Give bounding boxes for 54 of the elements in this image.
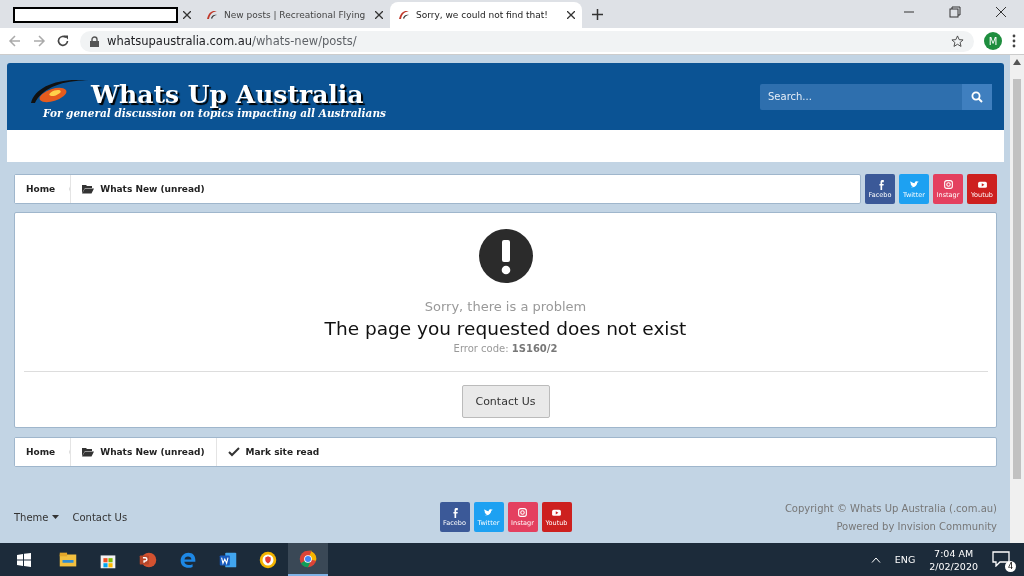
site-favicon — [205, 9, 219, 21]
lock-icon — [90, 35, 99, 47]
notification-icon[interactable] — [992, 550, 1010, 567]
menu-icon[interactable] — [1012, 34, 1016, 48]
profile-avatar[interactable]: M — [984, 32, 1002, 50]
reload-icon[interactable] — [56, 34, 70, 48]
contact-button[interactable]: Contact Us — [461, 385, 550, 418]
scroll-up-icon[interactable] — [1013, 59, 1021, 65]
error-code: Error code: 1S160/2 — [453, 343, 558, 354]
folder-icon[interactable] — [59, 552, 77, 566]
new-tab-icon[interactable] — [592, 8, 603, 20]
check-icon — [227, 447, 240, 457]
document-app-icon[interactable] — [219, 552, 237, 567]
footer-link[interactable]: Theme — [14, 511, 59, 523]
home-link[interactable]: Home — [15, 175, 71, 203]
windows-start-icon[interactable] — [17, 552, 31, 567]
scrollbar-thumb[interactable] — [1013, 79, 1021, 479]
exclamation-icon — [478, 229, 533, 283]
site-title: Whats Up Australia — [91, 81, 364, 107]
browser-e-icon[interactable] — [180, 552, 196, 568]
site-favicon — [397, 9, 411, 21]
browser-tab[interactable]: Sorry, we could not find that! — [390, 2, 582, 28]
bird-icon — [908, 179, 920, 190]
error-subtitle: Sorry, there is a problem — [424, 299, 587, 314]
search-icon — [971, 90, 983, 103]
search-field[interactable]: Search... — [760, 83, 962, 110]
play-icon — [551, 507, 562, 518]
camera-icon — [942, 179, 954, 190]
clock[interactable]: 7:04 AM 2/02/2020 — [929, 547, 978, 572]
language-indicator[interactable]: ENG — [894, 554, 916, 565]
star-icon[interactable] — [951, 34, 964, 48]
folder-icon — [82, 184, 95, 194]
close-icon[interactable] — [375, 11, 383, 19]
camera-icon — [517, 507, 528, 518]
search-button[interactable] — [962, 83, 992, 110]
home-link[interactable]: Home — [15, 438, 71, 466]
folder-icon — [82, 447, 95, 457]
notification-count: 4 — [1005, 560, 1016, 572]
play-icon — [976, 179, 988, 190]
caret-icon — [51, 515, 59, 519]
chrome-icon[interactable] — [299, 550, 317, 567]
shield-app-icon[interactable] — [259, 551, 277, 568]
shopping-bag-icon[interactable] — [100, 554, 116, 568]
copyright-text: Copyright © Whats Up Australia (.com.au) — [784, 502, 997, 514]
close-icon[interactable] — [567, 11, 575, 19]
error-heading: The page you requested does not exist — [324, 318, 687, 339]
url-text: whatsupaustralia.com.au/whats-new/posts/ — [107, 34, 357, 48]
footer-link[interactable]: Contact Us — [72, 511, 128, 523]
chevron-up-icon[interactable] — [870, 556, 881, 563]
browser-tab[interactable]: New posts | Recreational Flying — [198, 2, 390, 28]
close-icon[interactable] — [183, 11, 191, 19]
presentation-app-icon[interactable] — [139, 552, 157, 567]
bird-icon — [483, 507, 494, 518]
address-bar[interactable]: whatsupaustralia.com.au/whats-new/posts/ — [80, 30, 974, 52]
